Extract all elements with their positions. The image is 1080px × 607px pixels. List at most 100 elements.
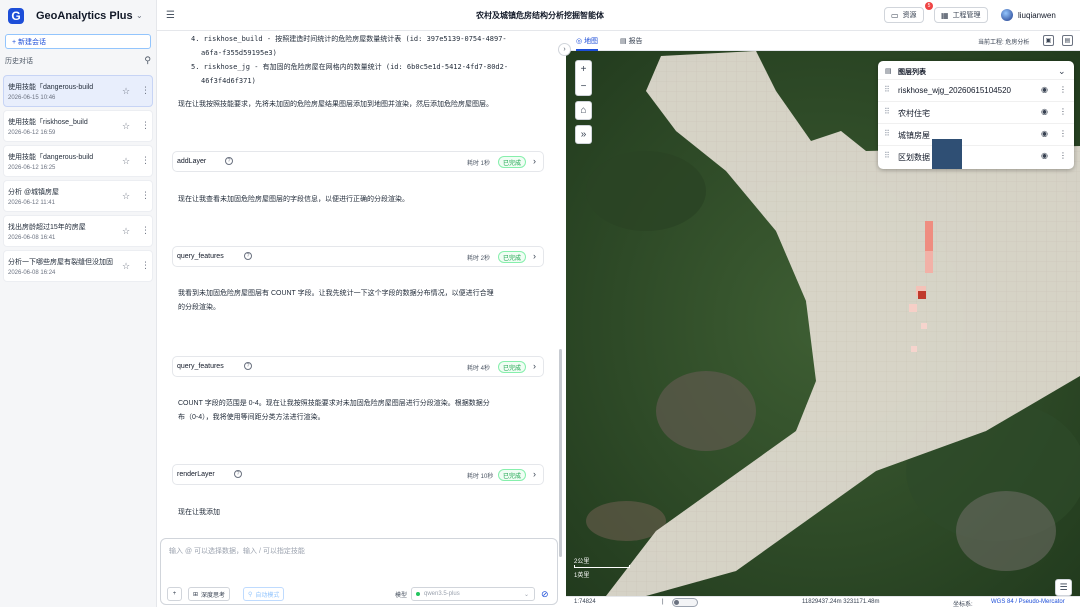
- crs-value[interactable]: WGS 84 / Pseudo-Mercator: [991, 599, 1065, 605]
- message-composer[interactable]: 输入 @ 可以选择数据，输入 / 可以指定技能 + ⊞ 深度思考 ⚲ 自动模式 …: [160, 538, 558, 605]
- star-icon[interactable]: ☆: [122, 156, 130, 167]
- project-label: 工程管理: [952, 12, 981, 19]
- conversation-item[interactable]: 使用技能「dangerous-build 2026-06-15 10:46 ☆ …: [3, 75, 153, 107]
- more-icon[interactable]: ⋮: [1059, 107, 1067, 116]
- map-canvas[interactable]: + − ⌂ » ▤ 图层列表 ⌄ ⠿ riskhose_wjg_20260615…: [566, 51, 1080, 596]
- layer-name: 区划数据: [898, 153, 930, 162]
- tab-report-label: 报告: [628, 38, 643, 45]
- star-icon[interactable]: ☆: [122, 226, 130, 237]
- expand-icon[interactable]: »: [575, 126, 592, 143]
- layer-row[interactable]: ⠿ 农村住宅 ◉ ⋮: [878, 101, 1074, 123]
- layer-row[interactable]: ⠿ 区划数据 ◉ ⋮: [878, 145, 1074, 167]
- auto-mode-label: 自动模式: [255, 592, 280, 599]
- chevron-down-icon[interactable]: ⌄: [136, 11, 143, 20]
- model-label: 模型: [395, 593, 408, 599]
- more-icon[interactable]: ⋮: [141, 190, 150, 201]
- toggle-switch[interactable]: [672, 598, 698, 607]
- eye-icon[interactable]: ◉: [1041, 85, 1048, 94]
- deep-think-button[interactable]: ⊞ 深度思考: [188, 587, 231, 601]
- zoom-out-button[interactable]: −: [575, 78, 592, 95]
- tab-report[interactable]: ▤ 报告: [620, 36, 643, 46]
- conversation-item[interactable]: 使用技能「dangerous-build 2026-06-12 16:25 ☆ …: [3, 145, 153, 177]
- chat-scrollbar[interactable]: [559, 349, 562, 557]
- more-icon[interactable]: ⋮: [141, 260, 150, 271]
- info-icon[interactable]: ?: [244, 252, 252, 260]
- conversation-title: 分析 @城镇房屋: [8, 189, 60, 196]
- chevron-right-icon[interactable]: ›: [533, 469, 536, 479]
- layer-row[interactable]: ⠿ 城镇房屋 ◉ ⋮: [878, 123, 1074, 145]
- add-attachment-button[interactable]: +: [167, 587, 182, 601]
- app-logo: G: [8, 8, 24, 24]
- layer-row[interactable]: ⠿ riskhose_wjg_20260615104520 ◉ ⋮: [878, 79, 1074, 101]
- more-icon[interactable]: ⋮: [141, 120, 150, 131]
- conversation-item[interactable]: 找出房龄超过15年的房屋 2026-06-08 16:41 ☆ ⋮: [3, 215, 153, 247]
- home-control: ⌂: [575, 101, 592, 120]
- more-icon[interactable]: ⋮: [141, 225, 150, 236]
- tool-call-card[interactable]: query_features ? 耗时 2秒 已完成 ›: [172, 246, 544, 267]
- drag-handle-icon[interactable]: ⠿: [884, 151, 890, 160]
- chevron-right-icon[interactable]: ›: [533, 251, 536, 261]
- conversation-item[interactable]: 分析一下哪些房屋有裂缝但没加固 2026-06-08 16:24 ☆ ⋮: [3, 250, 153, 282]
- status-badge: 已完成: [498, 251, 527, 263]
- info-icon[interactable]: ?: [225, 157, 233, 165]
- search-icon[interactable]: ⚲: [144, 55, 151, 66]
- new-chat-button[interactable]: + 新建会话: [5, 34, 151, 49]
- layer-list-panel: ▤ 图层列表 ⌄ ⠿ riskhose_wjg_20260615104520 ◉…: [878, 61, 1074, 169]
- drag-handle-icon[interactable]: ⠿: [884, 107, 890, 116]
- more-icon[interactable]: ⋮: [1059, 85, 1067, 94]
- home-icon[interactable]: ⌂: [575, 102, 592, 119]
- brand[interactable]: G GeoAnalytics Plus: [8, 7, 133, 25]
- assistant-message: 现在让我查看未加固危险房屋图层的字段信息，以便进行正确的分段渲染。: [178, 196, 409, 203]
- conversation-item[interactable]: 分析 @城镇房屋 2026-06-12 11:41 ☆ ⋮: [3, 180, 153, 212]
- drag-handle-icon[interactable]: ⠿: [884, 85, 890, 94]
- star-icon[interactable]: ☆: [122, 121, 130, 132]
- chat-panel: 4. riskhose_build - 按照建造时间统计的危险房屋数量统计表 (…: [157, 31, 566, 607]
- chevron-down-icon[interactable]: ⌄: [1058, 66, 1066, 77]
- project-management-button[interactable]: ▦ 工程管理: [934, 7, 988, 23]
- star-icon[interactable]: ☆: [122, 86, 130, 97]
- history-label: 历史对话: [5, 57, 33, 65]
- scale-label-km: 2公里: [574, 559, 590, 565]
- conversation-title: 使用技能「dangerous-build: [8, 84, 94, 91]
- eye-icon[interactable]: ◉: [1041, 129, 1048, 138]
- model-select[interactable]: qwen3.5-plus ⌄: [411, 587, 535, 601]
- more-icon[interactable]: ⋮: [1059, 129, 1067, 138]
- more-icon[interactable]: ⋮: [141, 155, 150, 166]
- conversation-time: 2026-06-12 11:41: [8, 200, 55, 206]
- layer-name: 城镇房屋: [898, 131, 930, 140]
- layers-icon: ▤: [885, 68, 892, 75]
- save-icon[interactable]: ▣: [1043, 35, 1054, 46]
- star-icon[interactable]: ☆: [122, 261, 130, 272]
- export-icon[interactable]: ▤: [1062, 35, 1073, 46]
- model-value: qwen3.5-plus: [424, 591, 460, 597]
- status-badge: 已完成: [498, 361, 527, 373]
- info-icon[interactable]: ?: [234, 470, 242, 478]
- star-icon[interactable]: ☆: [122, 191, 130, 202]
- tool-call-card[interactable]: renderLayer ? 耗时 10秒 已完成 ›: [172, 464, 544, 485]
- eye-icon[interactable]: ◉: [1041, 107, 1048, 116]
- eye-icon[interactable]: ◉: [1041, 151, 1048, 160]
- conversation-item[interactable]: 使用技能「riskhose_build 2026-06-12 16:59 ☆ ⋮: [3, 110, 153, 142]
- info-icon[interactable]: ?: [244, 362, 252, 370]
- tab-map[interactable]: ◎ 地图: [576, 36, 599, 51]
- tool-call-card[interactable]: query_features ? 耗时 4秒 已完成 ›: [172, 356, 544, 377]
- username[interactable]: liuqianwen: [1018, 11, 1056, 20]
- app-name: GeoAnalytics Plus: [36, 10, 133, 22]
- zoom-in-button[interactable]: +: [575, 61, 592, 78]
- chevron-right-icon[interactable]: ›: [533, 156, 536, 166]
- auto-mode-button[interactable]: ⚲ 自动模式: [243, 587, 285, 601]
- list-icon[interactable]: ☰: [1055, 579, 1072, 596]
- chevron-right-icon[interactable]: ›: [533, 361, 536, 371]
- menu-icon[interactable]: ☰: [166, 10, 175, 21]
- more-icon[interactable]: ⋮: [141, 85, 150, 96]
- assistant-message: 我看到未加固危险房屋图层有 COUNT 字段。让我先统计一下这个字段的数据分布情…: [178, 290, 494, 297]
- stop-icon[interactable]: ⊘: [541, 589, 549, 600]
- drag-handle-icon[interactable]: ⠿: [884, 129, 890, 138]
- avatar[interactable]: [1001, 9, 1013, 21]
- list-item-cont: a6fa-f355d59195e3): [201, 49, 277, 57]
- resource-button[interactable]: ▭ 资源: [884, 7, 924, 23]
- tool-duration: 耗时 1秒: [467, 161, 491, 167]
- more-icon[interactable]: ⋮: [1059, 151, 1067, 160]
- collapse-panel-button[interactable]: ›: [558, 43, 571, 56]
- tool-call-card[interactable]: addLayer ? 耗时 1秒 已完成 ›: [172, 151, 544, 172]
